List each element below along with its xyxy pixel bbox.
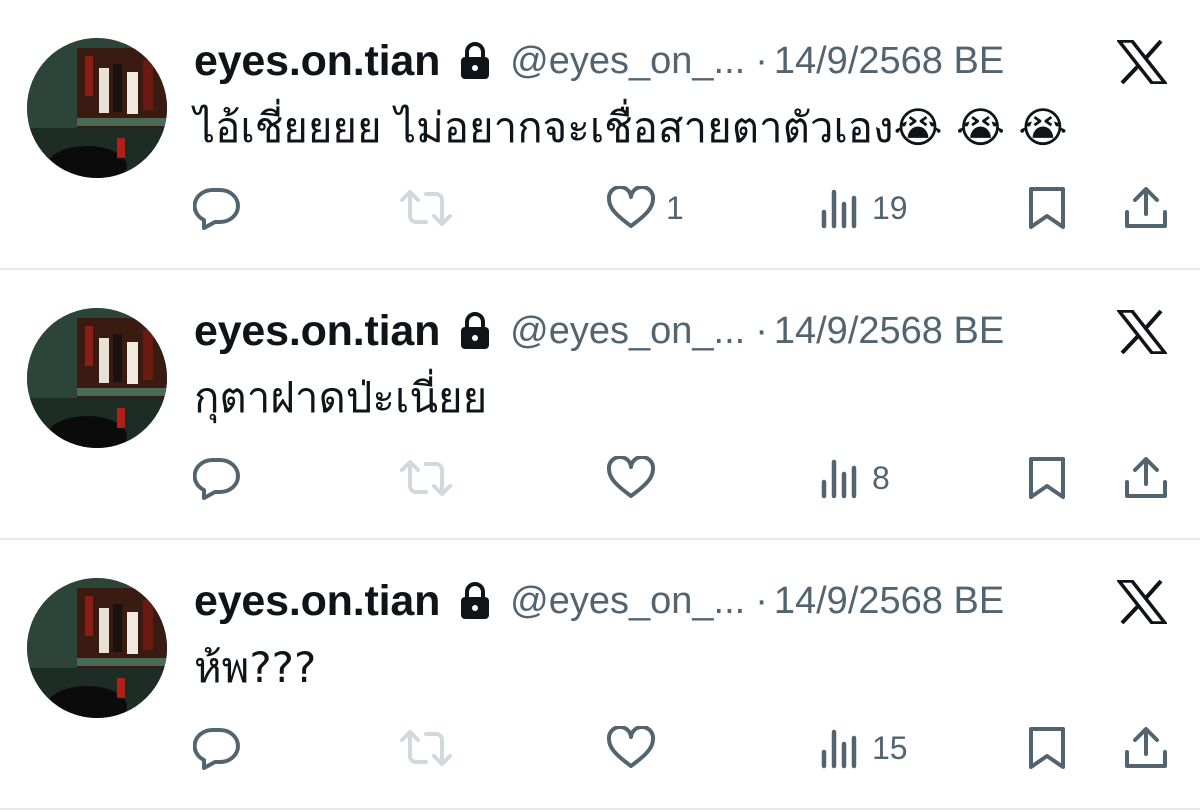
tweet-header: eyes.on.tian @eyes_on_... · 14/9/2568 BE bbox=[194, 576, 1004, 626]
like-button[interactable] bbox=[606, 450, 666, 506]
avatar[interactable] bbox=[27, 38, 167, 178]
views-count: 15 bbox=[872, 729, 908, 766]
heart-icon bbox=[606, 456, 656, 500]
reply-button[interactable] bbox=[193, 450, 241, 506]
like-count: 1 bbox=[666, 189, 684, 226]
views-button[interactable]: 19 bbox=[818, 180, 908, 236]
reply-icon bbox=[193, 456, 241, 500]
heart-icon bbox=[606, 726, 656, 770]
display-name[interactable]: eyes.on.tian bbox=[194, 37, 440, 86]
separator-dot: · bbox=[755, 579, 768, 622]
avatar[interactable] bbox=[27, 308, 167, 448]
like-button[interactable] bbox=[606, 720, 666, 776]
separator-dot: · bbox=[755, 39, 768, 82]
reply-button[interactable] bbox=[193, 180, 241, 236]
retweet-button[interactable] bbox=[398, 720, 454, 776]
x-logo-icon bbox=[1115, 579, 1169, 625]
lock-icon bbox=[458, 311, 492, 351]
share-icon bbox=[1122, 726, 1170, 770]
avatar[interactable] bbox=[27, 578, 167, 718]
bookmark-button[interactable] bbox=[1025, 450, 1069, 506]
tweet-card[interactable]: eyes.on.tian @eyes_on_... · 14/9/2568 BE… bbox=[0, 540, 1200, 808]
reply-icon bbox=[193, 726, 241, 770]
views-count: 19 bbox=[872, 189, 908, 226]
lock-icon bbox=[458, 41, 492, 81]
timestamp[interactable]: 14/9/2568 BE bbox=[774, 310, 1004, 353]
bookmark-icon bbox=[1025, 186, 1069, 230]
action-bar: 15 bbox=[0, 720, 1200, 776]
retweet-icon bbox=[398, 726, 454, 770]
like-button[interactable]: 1 bbox=[606, 180, 684, 236]
retweet-icon bbox=[398, 186, 454, 230]
share-icon bbox=[1122, 186, 1170, 230]
share-button[interactable] bbox=[1122, 450, 1170, 506]
action-bar: 8 bbox=[0, 450, 1200, 506]
reply-button[interactable] bbox=[193, 720, 241, 776]
views-icon bbox=[818, 726, 862, 770]
tweet-card[interactable]: eyes.on.tian @eyes_on_... · 14/9/2568 BE… bbox=[0, 270, 1200, 538]
lock-icon bbox=[458, 581, 492, 621]
tweet-text: ไอ้เชี่ยยยย ไม่อยากจะเชื่อสายตาตัวเอง😭 😭… bbox=[194, 103, 1068, 152]
retweet-icon bbox=[398, 456, 454, 500]
views-button[interactable]: 8 bbox=[818, 450, 890, 506]
views-count: 8 bbox=[872, 459, 890, 496]
handle[interactable]: @eyes_on_... bbox=[510, 310, 745, 353]
timestamp[interactable]: 14/9/2568 BE bbox=[774, 580, 1004, 623]
tweet-header: eyes.on.tian @eyes_on_... · 14/9/2568 BE bbox=[194, 36, 1004, 86]
x-logo-icon bbox=[1115, 309, 1169, 355]
share-button[interactable] bbox=[1122, 180, 1170, 236]
x-logo-icon bbox=[1115, 39, 1169, 85]
tweet-text: กุตาฝาดป่ะเนี่ยย bbox=[194, 373, 488, 422]
action-bar: 1 19 bbox=[0, 180, 1200, 236]
tweet-header: eyes.on.tian @eyes_on_... · 14/9/2568 BE bbox=[194, 306, 1004, 356]
timestamp[interactable]: 14/9/2568 BE bbox=[774, 40, 1004, 83]
separator-dot: · bbox=[755, 309, 768, 352]
share-button[interactable] bbox=[1122, 720, 1170, 776]
views-button[interactable]: 15 bbox=[818, 720, 908, 776]
retweet-button[interactable] bbox=[398, 450, 454, 506]
bookmark-icon bbox=[1025, 456, 1069, 500]
tweet-card[interactable]: eyes.on.tian @eyes_on_... · 14/9/2568 BE… bbox=[0, 0, 1200, 268]
bookmark-button[interactable] bbox=[1025, 180, 1069, 236]
views-icon bbox=[818, 186, 862, 230]
display-name[interactable]: eyes.on.tian bbox=[194, 577, 440, 626]
handle[interactable]: @eyes_on_... bbox=[510, 580, 745, 623]
display-name[interactable]: eyes.on.tian bbox=[194, 307, 440, 356]
retweet-button[interactable] bbox=[398, 180, 454, 236]
bookmark-icon bbox=[1025, 726, 1069, 770]
tweet-text: ห้พ??? bbox=[194, 643, 317, 692]
share-icon bbox=[1122, 456, 1170, 500]
views-icon bbox=[818, 456, 862, 500]
bookmark-button[interactable] bbox=[1025, 720, 1069, 776]
reply-icon bbox=[193, 186, 241, 230]
heart-icon bbox=[606, 186, 656, 230]
handle[interactable]: @eyes_on_... bbox=[510, 40, 745, 83]
